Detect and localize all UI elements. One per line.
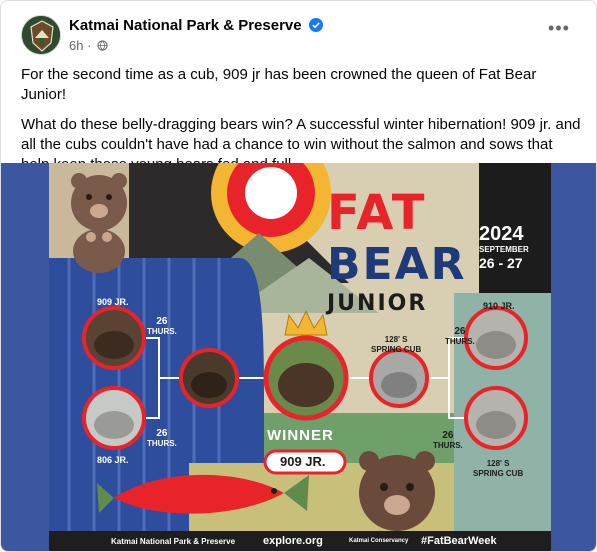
bracket-photo-910-jr — [464, 306, 528, 370]
footer-park-name: Katmai National Park & Preserve — [111, 537, 236, 546]
seed-left-bottom-num: 26 — [156, 428, 168, 439]
seed-left-bottom-day: THURS. — [147, 439, 177, 448]
label-128-spring-cub-mid: 128' S SPRING CUB — [371, 335, 421, 355]
poster-title-fat: FAT — [327, 185, 427, 241]
bracket-photo-128-spring-cub — [464, 386, 528, 450]
fat-bear-junior-poster: FAT BEAR JUNIOR 2024 SEPTEMBER 26 - 27 9… — [49, 163, 551, 551]
seed-right-top-day: THURS. — [445, 337, 475, 346]
post-header: Katmai National Park & Preserve 6h · ••• — [17, 13, 580, 59]
bear-illustration-bottom-right — [359, 451, 435, 531]
bracket-photo-806-jr — [82, 386, 146, 450]
poster-footer: Katmai National Park & Preserve explore.… — [49, 531, 551, 551]
more-options-button[interactable]: ••• — [546, 19, 572, 43]
post-paragraph-1: For the second time as a cub, 909 jr has… — [21, 66, 537, 103]
poster-title-bear: BEAR — [327, 239, 467, 290]
footer-explore: explore.org — [263, 535, 323, 547]
label-128-spring-cub-bottom: 128' S SPRING CUB — [473, 459, 523, 479]
poster-days: 26 - 27 — [479, 255, 523, 271]
seed-right-bottom: 26 THURS. — [433, 431, 463, 451]
seed-left-top: 26 THURS. — [147, 317, 177, 337]
seed-left-top-day: THURS. — [147, 327, 177, 336]
post-meta: 6h · — [69, 38, 108, 53]
nps-arrowhead-icon — [22, 16, 60, 54]
label-128-bottom-line1: 128' S — [486, 459, 510, 468]
label-128-bottom-line2: SPRING CUB — [473, 469, 524, 478]
page-avatar[interactable] — [21, 15, 61, 55]
bracket-photo-winner — [263, 335, 349, 421]
seed-right-bottom-day: THURS. — [433, 441, 463, 450]
label-910-jr: 910 JR. — [483, 301, 515, 311]
seed-right-top: 26 THURS. — [445, 327, 475, 347]
seed-right-bottom-num: 26 — [442, 430, 454, 441]
page-name[interactable]: Katmai National Park & Preserve — [69, 17, 323, 34]
seed-right-top-num: 26 — [454, 326, 466, 337]
footer-conservancy: Katmai Conservancy — [349, 538, 409, 544]
poster-title-junior: JUNIOR — [327, 291, 428, 316]
page-name-text[interactable]: Katmai National Park & Preserve — [69, 17, 302, 34]
verified-badge-icon — [308, 18, 323, 32]
winner-label: WINNER — [267, 427, 334, 444]
seed-left-bottom: 26 THURS. — [147, 429, 177, 449]
poster-artwork — [49, 163, 551, 551]
facebook-post: Katmai National Park & Preserve 6h · •••… — [0, 0, 597, 552]
bracket-photo-semifinal-right — [369, 348, 429, 408]
globe-icon[interactable] — [97, 40, 108, 51]
label-806-jr: 806 JR. — [97, 455, 129, 465]
label-128-mid-line1: 128' S — [384, 335, 408, 344]
post-time[interactable]: 6h — [69, 38, 83, 53]
post-image[interactable]: FAT BEAR JUNIOR 2024 SEPTEMBER 26 - 27 9… — [1, 163, 596, 551]
bracket-photo-semifinal-left — [179, 348, 239, 408]
bracket-photo-909-jr — [82, 306, 146, 370]
label-128-mid-line2: SPRING CUB — [371, 345, 422, 354]
poster-year: 2024 — [479, 223, 524, 245]
footer-hashtag: #FatBearWeek — [421, 535, 497, 547]
winner-name: 909 JR. — [280, 454, 326, 469]
seed-left-top-num: 26 — [156, 316, 168, 327]
meta-separator: · — [87, 38, 92, 53]
label-909-jr: 909 JR. — [97, 297, 129, 307]
poster-month: SEPTEMBER — [479, 245, 529, 254]
